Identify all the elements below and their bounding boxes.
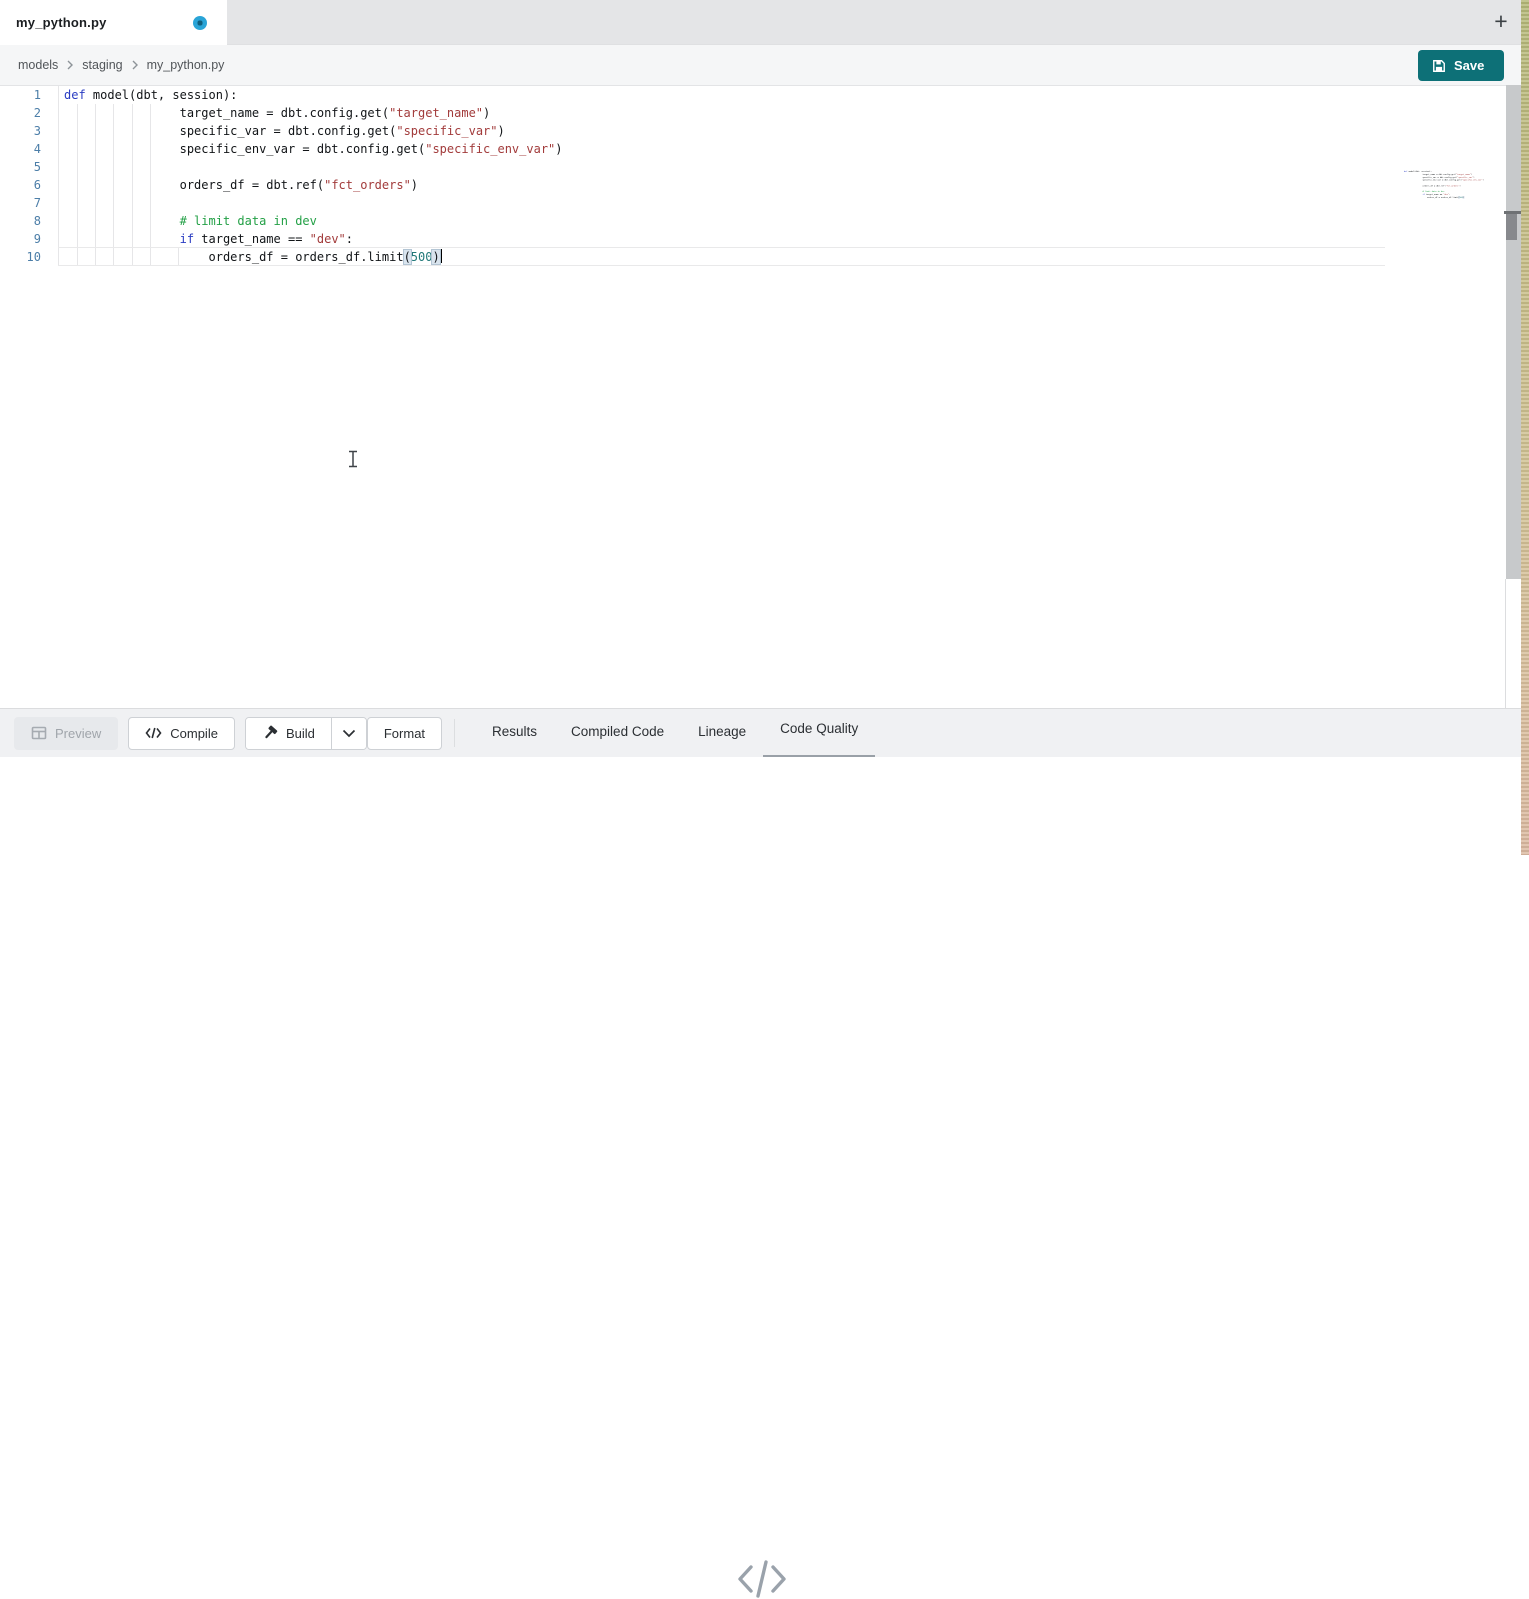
compile-button-label: Compile	[170, 726, 218, 741]
table-grid-icon	[31, 725, 47, 741]
screen-edge-strip	[1521, 0, 1529, 855]
chevron-right-icon	[130, 60, 140, 70]
breadcrumb-models[interactable]: models	[18, 58, 58, 72]
panel-tabs: Results Compiled Code Lineage Code Quali…	[475, 709, 875, 758]
breadcrumb-file: my_python.py	[147, 58, 225, 72]
text-caret	[440, 249, 442, 263]
hammer-icon	[262, 725, 278, 741]
format-button-label: Format	[384, 726, 425, 741]
tab-code-quality-label: Code Quality	[780, 721, 858, 736]
line-number[interactable]: 5	[0, 158, 41, 176]
code-line[interactable]: 10 orders_df = orders_df.limit(500)	[0, 248, 563, 266]
build-split-button: Build	[245, 717, 367, 750]
format-button[interactable]: Format	[367, 717, 442, 750]
save-button[interactable]: Save	[1418, 50, 1504, 81]
file-tab-my-python[interactable]: my_python.py	[0, 0, 227, 45]
code-line[interactable]: 7	[0, 194, 563, 212]
line-number[interactable]: 1	[0, 86, 41, 104]
code-line[interactable]: 4 specific_env_var = dbt.config.get("spe…	[0, 140, 563, 158]
code-line: orders_df = orders_df.limit(500)	[1404, 196, 1474, 199]
line-number[interactable]: 7	[0, 194, 41, 212]
code-line[interactable]: 2 target_name = dbt.config.get("target_n…	[0, 104, 563, 122]
line-number[interactable]: 10	[0, 248, 41, 266]
floppy-disk-icon	[1432, 59, 1446, 73]
scrollbar-thumb[interactable]	[1506, 214, 1517, 240]
bottom-toolbar: Preview Compile Build	[0, 708, 1529, 757]
file-tab-title: my_python.py	[16, 15, 107, 30]
code-line[interactable]: 5	[0, 158, 563, 176]
tab-results-label: Results	[492, 724, 537, 739]
code-quality-panel	[0, 757, 1529, 855]
line-number[interactable]: 8	[0, 212, 41, 230]
preview-button-label: Preview	[55, 726, 101, 741]
code-line[interactable]: 6 orders_df = dbt.ref("fct_orders")	[0, 176, 563, 194]
chevron-right-icon	[65, 60, 75, 70]
code-lines: 1def model(dbt, session):2 target_name =…	[0, 86, 563, 266]
build-button-label: Build	[286, 726, 315, 741]
breadcrumb-bar: models staging my_python.py Save	[0, 45, 1529, 86]
tab-compiled-code[interactable]: Compiled Code	[554, 709, 681, 758]
code-line[interactable]: 9 if target_name == "dev":	[0, 230, 563, 248]
line-number[interactable]: 2	[0, 104, 41, 122]
breadcrumb-staging[interactable]: staging	[82, 58, 122, 72]
code-line[interactable]: 3 specific_var = dbt.config.get("specifi…	[0, 122, 563, 140]
code-editor[interactable]: 1def model(dbt, session):2 target_name =…	[0, 86, 1521, 708]
tab-results[interactable]: Results	[475, 709, 554, 758]
preview-button[interactable]: Preview	[14, 717, 118, 750]
minimap[interactable]: def model(dbt, session): target_name = d…	[1404, 170, 1474, 199]
tab-code-quality[interactable]: Code Quality	[763, 709, 875, 758]
line-number[interactable]: 6	[0, 176, 41, 194]
editor-tab-bar: my_python.py +	[0, 0, 1529, 45]
compile-button[interactable]: Compile	[128, 717, 235, 750]
unsaved-changes-icon	[193, 16, 207, 30]
new-tab-button[interactable]: +	[1487, 7, 1515, 35]
chevron-down-icon	[342, 729, 356, 738]
code-line: specific_env_var = dbt.config.get("speci…	[1404, 179, 1474, 182]
build-dropdown-button[interactable]	[331, 718, 366, 749]
build-button[interactable]: Build	[246, 718, 331, 749]
line-number[interactable]: 3	[0, 122, 41, 140]
save-button-label: Save	[1454, 58, 1484, 73]
code-line[interactable]: 8 # limit data in dev	[0, 212, 563, 230]
tab-lineage-label: Lineage	[698, 724, 746, 739]
mouse-cursor-ibeam	[347, 450, 359, 468]
toolbar-divider	[454, 719, 455, 747]
code-line[interactable]: 1def model(dbt, session):	[0, 86, 563, 104]
tab-lineage[interactable]: Lineage	[681, 709, 763, 758]
line-number[interactable]: 4	[0, 140, 41, 158]
tab-compiled-code-label: Compiled Code	[571, 724, 664, 739]
code-slash-icon	[736, 1559, 788, 1599]
editor-right-border	[1505, 579, 1506, 708]
plus-icon: +	[1494, 8, 1507, 35]
line-number[interactable]: 9	[0, 230, 41, 248]
vertical-scrollbar[interactable]	[1506, 85, 1521, 579]
code-brackets-icon	[145, 727, 162, 739]
